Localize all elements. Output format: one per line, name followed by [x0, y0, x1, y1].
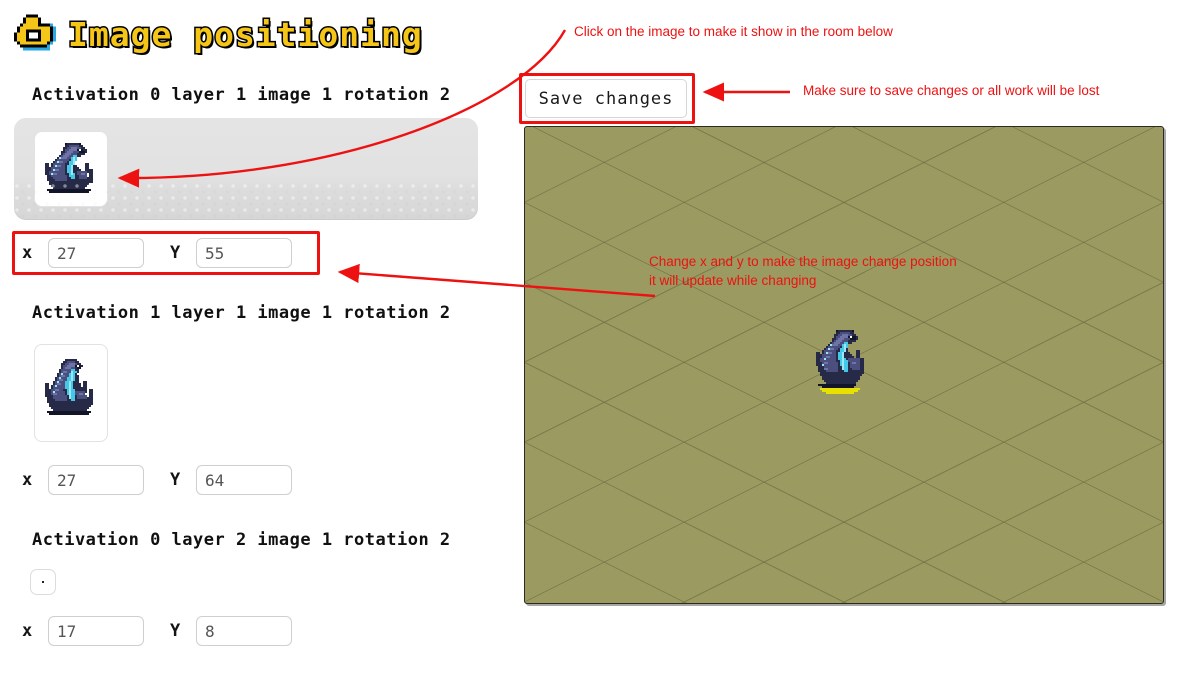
- annotation-save-warning: Make sure to save changes or all work wi…: [803, 83, 1100, 98]
- xy-row-0: x Y: [22, 238, 292, 268]
- page-title-text: Image positioning: [67, 14, 424, 54]
- xy-row-1: x Y: [22, 465, 292, 495]
- section-label-1: Activation 1 layer 1 image 1 rotation 2: [32, 303, 451, 323]
- y-label-0: Y: [170, 243, 181, 263]
- hand-pointer-icon: [14, 14, 56, 54]
- y-label-1: Y: [170, 470, 181, 490]
- y-input-2[interactable]: [196, 616, 292, 646]
- section-label-0: Activation 0 layer 1 image 1 rotation 2: [32, 85, 451, 105]
- image-positioning-app: Image positioning Activation 0 layer 1 i…: [0, 0, 1193, 684]
- tile-highlight: [820, 388, 860, 394]
- xy-row-2: x Y: [22, 616, 292, 646]
- image-thumbnail-0[interactable]: [34, 131, 108, 207]
- y-input-1[interactable]: [196, 465, 292, 495]
- x-label-1: x: [22, 470, 33, 490]
- room-dragon-sprite[interactable]: [812, 326, 876, 403]
- x-input-1[interactable]: [48, 465, 144, 495]
- image-thumbnail-1[interactable]: [34, 344, 108, 442]
- image-thumbnail-2[interactable]: [30, 569, 56, 595]
- y-label-2: Y: [170, 621, 181, 641]
- y-input-0[interactable]: [196, 238, 292, 268]
- x-label-0: x: [22, 243, 33, 263]
- section-label-2: Activation 0 layer 2 image 1 rotation 2: [32, 530, 451, 550]
- image-strip-0[interactable]: [14, 118, 478, 220]
- x-input-2[interactable]: [48, 616, 144, 646]
- x-input-0[interactable]: [48, 238, 144, 268]
- empty-image-dot: [42, 581, 44, 583]
- blue-dragon-sprite: [45, 359, 93, 415]
- page-title: Image positioning: [14, 14, 423, 54]
- x-label-2: x: [22, 621, 33, 641]
- room-annotation-text: Change x and y to make the image change …: [649, 254, 957, 288]
- blue-dragon-sprite: [45, 143, 93, 193]
- annotation-click-image: Click on the image to make it show in th…: [574, 24, 893, 39]
- save-changes-button[interactable]: Save changes: [525, 79, 687, 118]
